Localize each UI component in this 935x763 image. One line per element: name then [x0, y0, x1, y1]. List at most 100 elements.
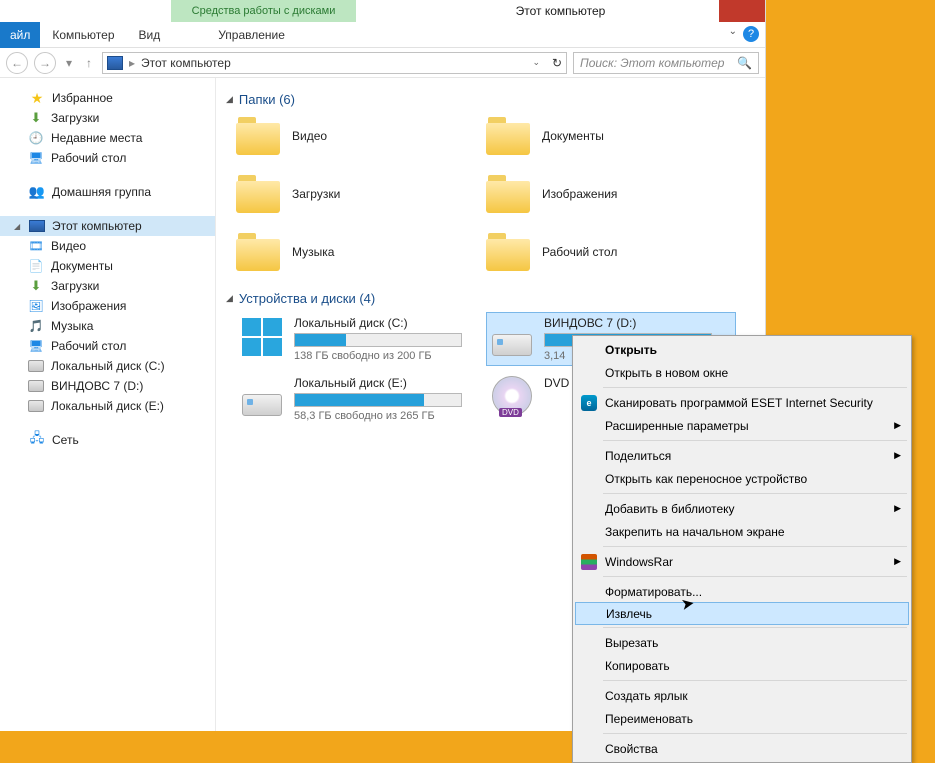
- submenu-arrow-icon: ▶: [894, 420, 901, 431]
- sidebar-item-music[interactable]: 🎵Музыка: [0, 316, 215, 336]
- sidebar-item-pictures[interactable]: 🖼Изображения: [0, 296, 215, 316]
- sidebar-network[interactable]: 🖧Сеть: [0, 430, 215, 450]
- section-folders-header[interactable]: ◢Папки (6): [216, 86, 765, 113]
- section-drives-header[interactable]: ◢Устройства и диски (4): [216, 285, 765, 312]
- ctx-eset-scan[interactable]: eСканировать программой ESET Internet Se…: [575, 391, 909, 414]
- collapse-icon: ◢: [226, 94, 233, 105]
- sidebar-item-documents[interactable]: 📄Документы: [0, 256, 215, 276]
- up-button[interactable]: ↑: [82, 52, 96, 74]
- folder-icon: [236, 233, 280, 271]
- ctx-advanced[interactable]: Расширенные параметры▶: [575, 414, 909, 437]
- folder-icon: [486, 117, 530, 155]
- ribbon-collapse-icon[interactable]: ⌄: [729, 26, 737, 37]
- sidebar-this-pc[interactable]: ◢Этот компьютер: [0, 216, 215, 236]
- network-icon: 🖧: [29, 432, 45, 448]
- folder-desktop[interactable]: Рабочий стол: [486, 229, 736, 275]
- drive-e[interactable]: Локальный диск (E:) 58,3 ГБ свободно из …: [236, 372, 486, 426]
- folder-icon: [486, 175, 530, 213]
- folder-video[interactable]: Видео: [236, 113, 486, 159]
- sidebar-homegroup[interactable]: 👥Домашняя группа: [0, 182, 215, 202]
- star-icon: ★: [29, 90, 45, 106]
- tab-computer[interactable]: Компьютер: [40, 22, 126, 48]
- ctx-open[interactable]: Открыть: [575, 338, 909, 361]
- folder-pictures[interactable]: Изображения: [486, 171, 736, 217]
- address-dropdown-icon[interactable]: ⌄: [532, 57, 540, 68]
- usage-bar: [294, 333, 462, 347]
- pc-icon: [29, 220, 45, 232]
- windows-drive-icon: [240, 316, 284, 356]
- sidebar-item-drive-c[interactable]: Локальный диск (C:): [0, 356, 215, 376]
- ctx-cut[interactable]: Вырезать: [575, 631, 909, 654]
- ctx-portable[interactable]: Открыть как переносное устройство: [575, 467, 909, 490]
- sidebar-item-desktop[interactable]: 🖥Рабочий стол: [0, 148, 215, 168]
- ctx-winrar[interactable]: WindowsRar▶: [575, 550, 909, 573]
- eset-icon: e: [580, 394, 598, 412]
- folder-downloads[interactable]: Загрузки: [236, 171, 486, 217]
- close-button[interactable]: [719, 0, 765, 22]
- sidebar-item-desktop2[interactable]: 🖥Рабочий стол: [0, 336, 215, 356]
- back-button[interactable]: ←: [6, 52, 28, 74]
- collapse-icon: ◢: [226, 293, 233, 304]
- desktop-icon: 🖥: [28, 338, 44, 354]
- sidebar-item-drive-d[interactable]: ВИНДОВС 7 (D:): [0, 376, 215, 396]
- document-icon: 📄: [28, 258, 44, 274]
- ctx-copy[interactable]: Копировать: [575, 654, 909, 677]
- hdd-icon: [240, 376, 284, 416]
- submenu-arrow-icon: ▶: [894, 503, 901, 514]
- download-icon: ⬇: [28, 278, 44, 294]
- homegroup-icon: 👥: [29, 184, 45, 200]
- address-bar[interactable]: ▸ Этот компьютер ⌄ ↻: [102, 52, 567, 74]
- usage-bar: [294, 393, 462, 407]
- pc-icon: [107, 56, 123, 70]
- ctx-rename[interactable]: Переименовать: [575, 707, 909, 730]
- navigation-pane: ★Избранное ⬇Загрузки 🕘Недавние места 🖥Ра…: [0, 78, 216, 731]
- breadcrumb-location[interactable]: Этот компьютер: [141, 56, 231, 70]
- ctx-open-new-window[interactable]: Открыть в новом окне: [575, 361, 909, 384]
- tab-manage[interactable]: Управление: [206, 22, 297, 48]
- help-button[interactable]: ?: [743, 26, 759, 42]
- drive-c[interactable]: Локальный диск (C:) 138 ГБ свободно из 2…: [236, 312, 486, 366]
- submenu-arrow-icon: ▶: [894, 450, 901, 461]
- ctx-add-library[interactable]: Добавить в библиотеку▶: [575, 497, 909, 520]
- refresh-button[interactable]: ↻: [552, 56, 562, 70]
- sidebar-item-downloads2[interactable]: ⬇Загрузки: [0, 276, 215, 296]
- sidebar-favorites[interactable]: ★Избранное: [0, 88, 215, 108]
- folder-documents[interactable]: Документы: [486, 113, 736, 159]
- title-bar: Средства работы с дисками Этот компьютер: [0, 0, 765, 22]
- tab-file[interactable]: айл: [0, 22, 40, 48]
- ctx-share[interactable]: Поделиться▶: [575, 444, 909, 467]
- submenu-arrow-icon: ▶: [894, 556, 901, 567]
- video-icon: 🎞: [28, 238, 44, 254]
- dvd-icon: DVD: [490, 376, 534, 416]
- breadcrumb-sep-icon: ▸: [129, 56, 135, 70]
- music-icon: 🎵: [28, 318, 44, 334]
- folder-icon: [236, 117, 280, 155]
- window-title: Этот компьютер: [356, 0, 765, 22]
- recent-locations-button[interactable]: ▾: [62, 52, 76, 74]
- recent-icon: 🕘: [28, 130, 44, 146]
- folder-music[interactable]: Музыка: [236, 229, 486, 275]
- sidebar-item-drive-e[interactable]: Локальный диск (E:): [0, 396, 215, 416]
- ctx-eject[interactable]: Извлечь: [575, 602, 909, 625]
- sidebar-item-downloads[interactable]: ⬇Загрузки: [0, 108, 215, 128]
- ribbon-tabs: айл Компьютер Вид Управление ⌄ ?: [0, 22, 765, 48]
- drive-icon: [28, 360, 44, 372]
- sidebar-item-recent[interactable]: 🕘Недавние места: [0, 128, 215, 148]
- tab-view[interactable]: Вид: [127, 22, 173, 48]
- desktop-icon: 🖥: [28, 150, 44, 166]
- sidebar-item-video[interactable]: 🎞Видео: [0, 236, 215, 256]
- ctx-format[interactable]: Форматировать...: [575, 580, 909, 603]
- ctx-shortcut[interactable]: Создать ярлык: [575, 684, 909, 707]
- search-placeholder: Поиск: Этот компьютер: [580, 56, 724, 70]
- ctx-pin-start[interactable]: Закрепить на начальном экране: [575, 520, 909, 543]
- hdd-icon: [490, 316, 534, 356]
- forward-button[interactable]: →: [34, 52, 56, 74]
- pictures-icon: 🖼: [28, 298, 44, 314]
- search-icon[interactable]: 🔍: [737, 56, 752, 70]
- ctx-properties[interactable]: Свойства: [575, 737, 909, 760]
- drive-icon: [28, 380, 44, 392]
- winrar-icon: [580, 553, 598, 571]
- context-menu: Открыть Открыть в новом окне eСканироват…: [572, 335, 912, 763]
- contextual-tab-drive-tools[interactable]: Средства работы с дисками: [171, 0, 356, 22]
- search-input[interactable]: Поиск: Этот компьютер 🔍: [573, 52, 759, 74]
